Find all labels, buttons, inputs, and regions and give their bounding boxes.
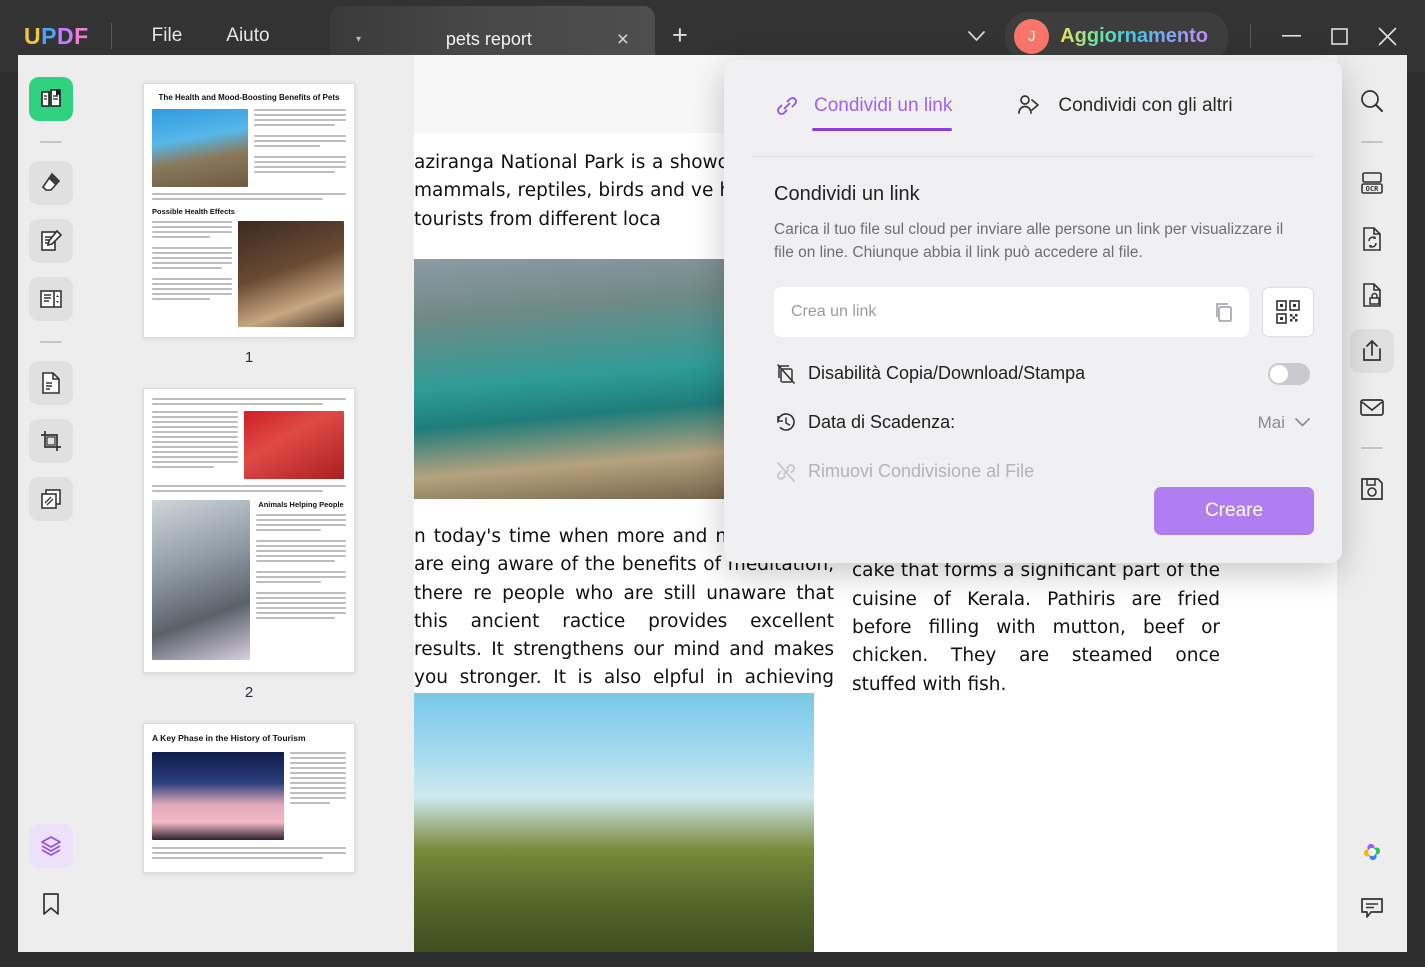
menu-file[interactable]: File bbox=[130, 19, 205, 53]
sidebar-item-crop[interactable] bbox=[29, 419, 73, 463]
page-thumbnail-panel[interactable]: The Health and Mood-Boosting Benefits of… bbox=[84, 55, 414, 952]
thumbnail-page-2[interactable]: Animals Helping People bbox=[143, 388, 355, 673]
rail-divider-2 bbox=[40, 341, 62, 343]
expiry-date-value[interactable]: Mai bbox=[1258, 413, 1285, 433]
right-rail-divider bbox=[1361, 141, 1383, 143]
create-link-input[interactable]: Crea un link bbox=[774, 286, 1249, 337]
option-remove-sharing: Rimuovi Condivisione al File bbox=[774, 460, 1314, 484]
chevron-down-icon[interactable] bbox=[954, 23, 999, 50]
rail-divider bbox=[40, 141, 62, 143]
thumbnail-subheading-1: Possible Health Effects bbox=[152, 207, 235, 217]
sidebar-item-organize-pages[interactable] bbox=[29, 477, 73, 521]
share-dialog-tabs: Condividi un link Condividi con gli altr… bbox=[752, 60, 1314, 156]
create-link-placeholder: Crea un link bbox=[791, 302, 877, 320]
sidebar-item-search[interactable] bbox=[1350, 79, 1394, 123]
sidebar-item-bookmark[interactable] bbox=[29, 882, 73, 926]
sidebar-item-edit-pdf[interactable] bbox=[29, 277, 73, 321]
toggle-knob bbox=[1270, 364, 1288, 383]
thumbnail-image-cuba bbox=[152, 752, 284, 841]
share-person-icon bbox=[1016, 93, 1044, 119]
option-remove-sharing-label: Rimuovi Condivisione al File bbox=[808, 461, 1035, 481]
copy-icon[interactable] bbox=[1213, 301, 1235, 323]
window-controls-divider bbox=[1250, 24, 1251, 48]
thumbnail-title-1: The Health and Mood-Boosting Benefits of… bbox=[158, 93, 340, 102]
sidebar-item-annotate[interactable] bbox=[29, 219, 73, 263]
disable-copy-toggle[interactable] bbox=[1268, 362, 1310, 385]
thumbnail-image-cat bbox=[152, 109, 248, 188]
thumbnail-page-3[interactable]: A Key Phase in the History of Tourism bbox=[143, 723, 355, 873]
sidebar-item-convert-file[interactable] bbox=[1350, 217, 1394, 261]
app-window: UPDF File Aiuto ▾ pets report × + J Aggi… bbox=[0, 0, 1425, 967]
thumbnail-image-dog bbox=[238, 221, 344, 328]
logo-divider bbox=[110, 23, 112, 49]
sidebar-item-reader-mode[interactable] bbox=[29, 77, 73, 121]
thumbnail-text-block-2 bbox=[152, 221, 232, 327]
sidebar-item-email[interactable] bbox=[1350, 385, 1394, 429]
thumbnail-image-cat-tulips bbox=[152, 500, 250, 660]
tab-share-with-others[interactable]: Condividi con gli altri bbox=[1016, 93, 1233, 123]
share-dialog-heading: Condividi un link bbox=[774, 183, 920, 205]
thumbnail-number-2: 2 bbox=[244, 684, 254, 701]
close-tab-icon[interactable]: × bbox=[617, 29, 629, 50]
sidebar-item-layers[interactable] bbox=[29, 824, 73, 868]
no-copy-icon bbox=[774, 362, 808, 386]
dialog-divider bbox=[752, 156, 1314, 157]
sidebar-item-convert[interactable] bbox=[29, 361, 73, 405]
sidebar-item-highlighter[interactable] bbox=[29, 161, 73, 205]
left-tool-rail bbox=[18, 55, 84, 952]
expiry-chevron-down-icon[interactable] bbox=[1295, 418, 1310, 427]
svg-text:OCR: OCR bbox=[1366, 185, 1379, 193]
sidebar-item-comments[interactable] bbox=[1350, 886, 1394, 930]
thumbnail-image-christmas-dogs bbox=[244, 411, 344, 479]
thumbnail-page-1[interactable]: The Health and Mood-Boosting Benefits of… bbox=[143, 83, 355, 338]
tab-share-link-label: Condividi un link bbox=[814, 95, 953, 116]
option-expiry-date[interactable]: Data di Scadenza: Mai bbox=[774, 411, 1314, 435]
tab-title: pets report bbox=[445, 28, 532, 49]
sidebar-item-ocr[interactable]: OCR bbox=[1350, 161, 1394, 205]
thumbnail-text-block-5 bbox=[290, 752, 346, 840]
thumbnail-number-1: 1 bbox=[244, 349, 254, 366]
tab-share-with-others-label: Condividi con gli altri bbox=[1058, 95, 1233, 116]
sidebar-item-protect[interactable] bbox=[1350, 273, 1394, 317]
upgrade-label: Aggiornamento bbox=[1060, 24, 1208, 47]
doc-image-palms bbox=[414, 693, 814, 952]
option-disable-copy[interactable]: Disabilità Copia/Download/Stampa bbox=[774, 362, 1314, 386]
share-dialog-description: Carica il tuo file sul cloud per inviare… bbox=[774, 221, 1284, 262]
option-disable-copy-label: Disabilità Copia/Download/Stampa bbox=[808, 363, 1086, 383]
new-tab-button[interactable]: + bbox=[672, 22, 688, 49]
thumbnail-title-3: A Key Phase in the History of Tourism bbox=[152, 733, 306, 743]
updf-logo[interactable]: UPDF bbox=[24, 23, 89, 50]
right-tool-rail: OCR bbox=[1337, 55, 1407, 952]
history-clock-icon bbox=[774, 411, 808, 435]
unlink-icon bbox=[774, 460, 808, 484]
tab-share-link[interactable]: Condividi un link bbox=[774, 93, 953, 131]
create-button[interactable]: Creare bbox=[1154, 487, 1314, 535]
link-icon bbox=[774, 93, 800, 119]
menu-aiuto[interactable]: Aiuto bbox=[204, 19, 291, 53]
upgrade-button[interactable]: J Aggiornamento bbox=[1005, 11, 1228, 61]
thumbnail-subheading-2: Animals Helping People bbox=[258, 500, 344, 509]
sidebar-item-save-as[interactable] bbox=[1350, 467, 1394, 511]
link-input-row: Crea un link bbox=[774, 286, 1314, 337]
right-rail-divider-2 bbox=[1361, 447, 1383, 449]
avatar[interactable]: J bbox=[1014, 18, 1050, 54]
thumbnail-text-block bbox=[254, 109, 346, 187]
sidebar-item-share[interactable] bbox=[1350, 329, 1394, 373]
sidebar-item-ai-assistant[interactable] bbox=[1350, 830, 1394, 874]
share-dialog: Condividi un link Condividi con gli altr… bbox=[724, 60, 1342, 563]
thumbnail-text-block-4: Animals Helping People bbox=[256, 500, 346, 660]
qr-code-button[interactable] bbox=[1262, 286, 1314, 337]
option-expiry-date-label: Data di Scadenza: bbox=[808, 412, 956, 432]
thumbnail-text-block-3 bbox=[152, 411, 238, 479]
